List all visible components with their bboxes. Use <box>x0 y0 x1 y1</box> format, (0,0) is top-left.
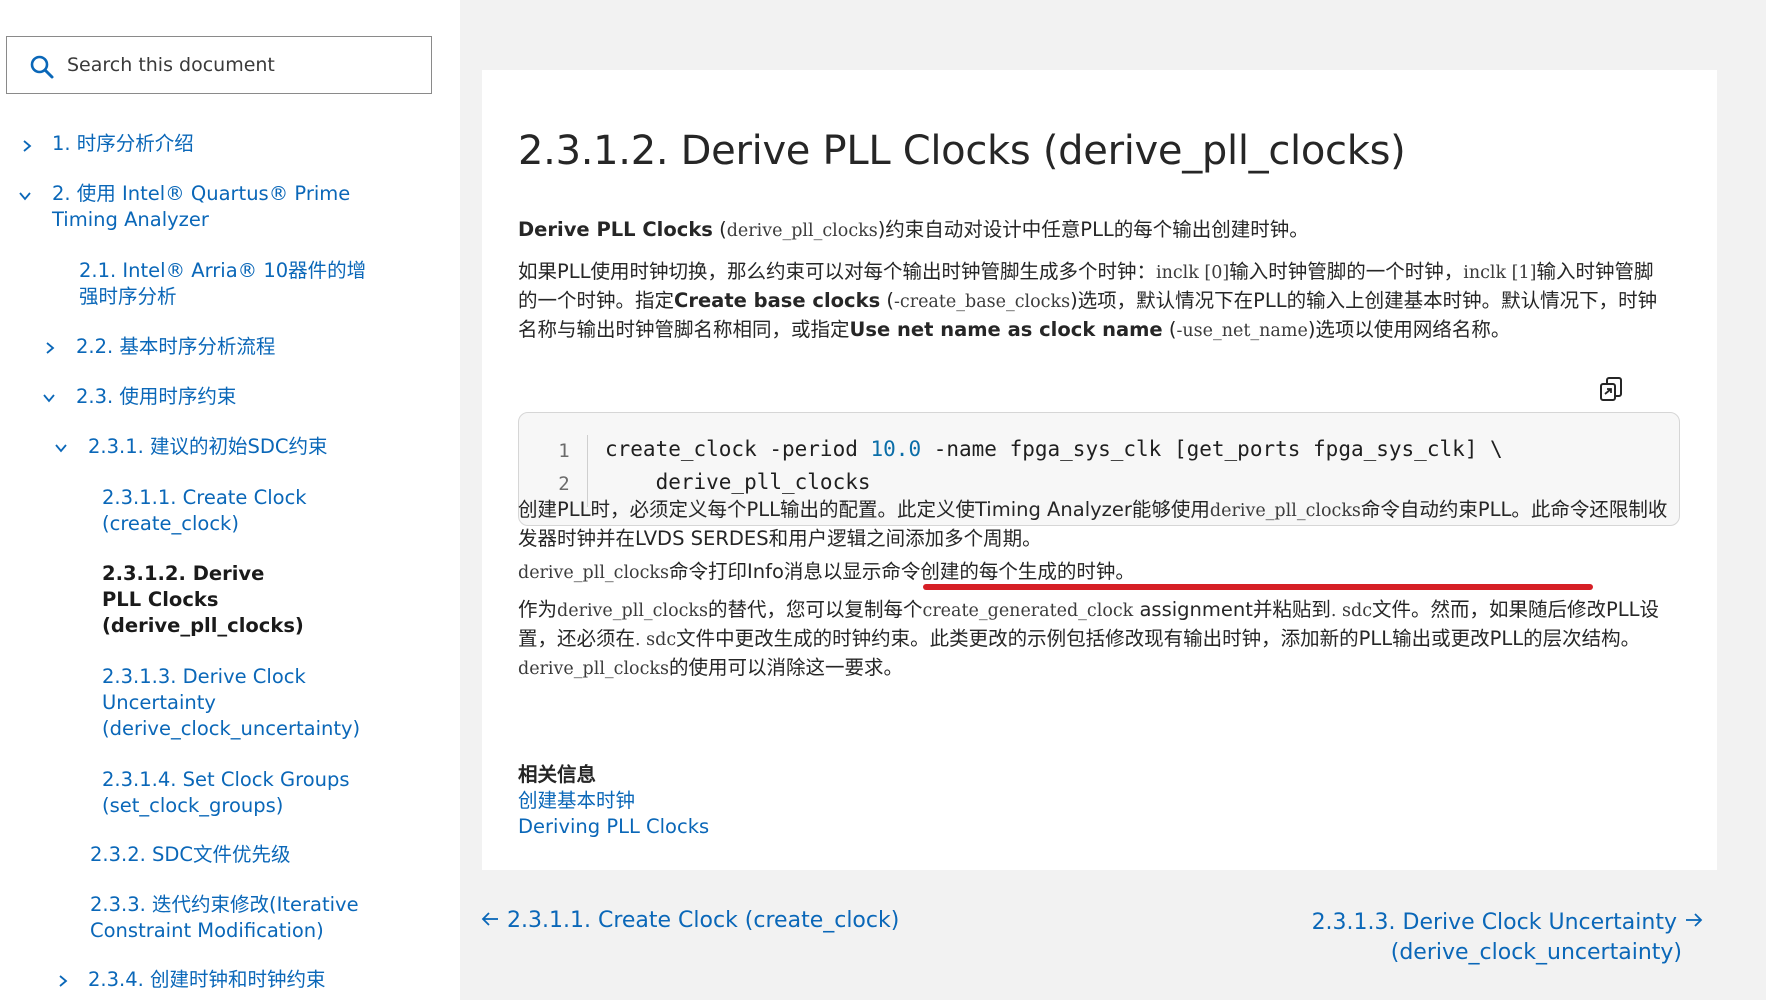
inline-code: derive_pll_clocks <box>518 563 669 583</box>
related-link-deriving-pll-clocks[interactable]: Deriving PLL Clocks <box>518 814 709 840</box>
text: 如果PLL使用时钟切换，那么约束可以对每个输出时钟管脚生成多个时钟： <box>518 260 1156 283</box>
inline-code: inclk [0] <box>1156 263 1230 283</box>
search-box[interactable] <box>6 36 432 94</box>
line-number: 1 <box>558 440 570 462</box>
code-token: create_clock -period <box>605 437 871 461</box>
alternative-paragraph: 作为derive_pll_clocks的替代，您可以复制每个create_gen… <box>518 596 1668 683</box>
code-lines: create_clock -period 10.0 -name fpga_sys… <box>605 433 1503 499</box>
sidebar-item-basic-flow[interactable]: 2.2. 基本时序分析流程 <box>76 334 426 360</box>
inline-code: . sdc <box>635 630 677 650</box>
chevron-down-icon[interactable] <box>18 189 32 203</box>
sidebar-item-using-constraints[interactable]: 2.3. 使用时序约束 <box>76 384 426 410</box>
code-number: 10.0 <box>870 437 922 461</box>
next-page-label: 2.3.1.3. Derive Clock Uncertainty <box>1311 910 1677 935</box>
prev-page-label: 2.3.1.1. Create Clock (create_clock) <box>507 908 900 933</box>
inline-code: -create_base_clocks <box>894 292 1071 312</box>
sidebar-item-arria10-enhanced[interactable]: 2.1. Intel® Arria® 10器件的增强时序分析 <box>79 258 379 310</box>
text: 命令打印Info消息以显示命令创建的每个生成的时钟。 <box>668 560 1135 583</box>
chevron-right-icon[interactable] <box>20 139 34 153</box>
next-page-label-line2: (derive_clock_uncertainty) <box>1390 940 1682 965</box>
search-icon[interactable] <box>29 54 55 80</box>
inline-code: derive_pll_clocks <box>726 221 878 241</box>
bold-term: Create base clocks <box>674 289 881 312</box>
chevron-down-icon[interactable] <box>42 391 56 405</box>
inline-code: derive_pll_clocks <box>1209 501 1361 521</box>
arrow-right-icon <box>1684 908 1704 938</box>
red-annotation-underline <box>923 584 1593 590</box>
chevron-right-icon[interactable] <box>56 974 70 988</box>
article: 2.3.1.2. Derive PLL Clocks (derive_pll_c… <box>482 70 1717 870</box>
text: 的使用可以消除这一要求。 <box>668 656 903 679</box>
text: ( <box>712 218 727 241</box>
copy-icon[interactable] <box>1597 375 1627 405</box>
inline-code: -use_net_name <box>1176 321 1308 341</box>
inline-code: derive_pll_clocks <box>557 601 708 621</box>
related-link-create-base-clock[interactable]: 创建基本时钟 <box>518 788 635 814</box>
text: 的替代，您可以复制每个 <box>708 598 923 621</box>
text: 输入时钟管脚的一个时钟， <box>1229 260 1464 283</box>
sidebar-item-set-clock-groups[interactable]: 2.3.1.4. Set Clock Groups (set_clock_gro… <box>102 767 362 819</box>
text: )选项以使用网络名称。 <box>1307 318 1511 341</box>
pll-config-paragraph: 创建PLL时，必须定义每个PLL输出的配置。此定义使Timing Analyze… <box>518 496 1668 552</box>
sidebar-item-derive-clock-uncertainty[interactable]: 2.3.1.3. Derive Clock Uncertainty (deriv… <box>102 664 372 742</box>
text: ( <box>880 289 894 312</box>
sidebar-item-create-clocks[interactable]: 2.3.4. 创建时钟和时钟约束 <box>88 967 438 993</box>
text: ( <box>1162 318 1177 341</box>
arrow-left-icon <box>480 909 500 934</box>
related-info-heading: 相关信息 <box>518 763 597 786</box>
inline-code: derive_pll_clocks <box>518 659 669 679</box>
chevron-down-icon[interactable] <box>54 441 68 455</box>
next-page-link[interactable]: 2.3.1.3. Derive Clock Uncertainty (deriv… <box>1312 908 1704 968</box>
inline-code: inclk [1] <box>1463 263 1537 283</box>
chevron-right-icon[interactable] <box>43 341 57 355</box>
code-token: -name fpga_sys_clk [get_ports fpga_sys_c… <box>921 437 1503 461</box>
clock-switch-paragraph: 如果PLL使用时钟切换，那么约束可以对每个输出时钟管脚生成多个时钟：inclk … <box>518 258 1668 345</box>
info-message-paragraph: derive_pll_clocks命令打印Info消息以显示命令创建的每个生成的… <box>518 558 1668 587</box>
bold-term: Derive PLL Clocks <box>518 218 713 241</box>
search-input[interactable] <box>67 51 417 79</box>
prev-page-link[interactable]: 2.3.1.1. Create Clock (create_clock) <box>480 908 899 934</box>
sidebar-item-timing-analyzer[interactable]: 2. 使用 Intel® Quartus® Prime Timing Analy… <box>52 181 352 233</box>
sidebar-item-create-clock[interactable]: 2.3.1.1. Create Clock (create_clock) <box>102 485 342 537</box>
sidebar-item-timing-analysis-intro[interactable]: 1. 时序分析介绍 <box>52 131 432 157</box>
code-line: derive_pll_clocks <box>605 470 871 494</box>
intro-paragraph: Derive PLL Clocks (derive_pll_clocks)约束自… <box>518 216 1668 245</box>
bold-term: Use net name as clock name <box>849 318 1163 341</box>
sidebar-toc: 1. 时序分析介绍 2. 使用 Intel® Quartus® Prime Ti… <box>0 0 460 1000</box>
page-title: 2.3.1.2. Derive PLL Clocks (derive_pll_c… <box>518 128 1406 174</box>
text: assignment并粘贴到 <box>1133 598 1331 621</box>
text: 文件中更改生成的时钟约束。此类更改的示例包括修改现有输出时钟，添加新的PLL输出… <box>676 627 1641 650</box>
sidebar-item-initial-sdc[interactable]: 2.3.1. 建议的初始SDC约束 <box>88 434 438 460</box>
sidebar-item-iterative-constraint[interactable]: 2.3.3. 迭代约束修改(Iterative Constraint Modif… <box>90 892 390 944</box>
text: )约束自动对设计中任意PLL的每个输出创建时钟。 <box>877 218 1309 241</box>
code-line: create_clock -period 10.0 -name fpga_sys… <box>605 433 1503 466</box>
text: 创建PLL时，必须定义每个PLL输出的配置。此定义使Timing Analyze… <box>518 498 1210 521</box>
sidebar-item-derive-pll-clocks: 2.3.1.2. Derive PLL Clocks (derive_pll_c… <box>102 562 304 637</box>
inline-code: . sdc <box>1330 601 1373 621</box>
inline-code: create_generated_clock <box>922 601 1134 621</box>
text: 作为 <box>518 598 558 621</box>
sidebar-item-sdc-priority[interactable]: 2.3.2. SDC文件优先级 <box>90 842 440 868</box>
